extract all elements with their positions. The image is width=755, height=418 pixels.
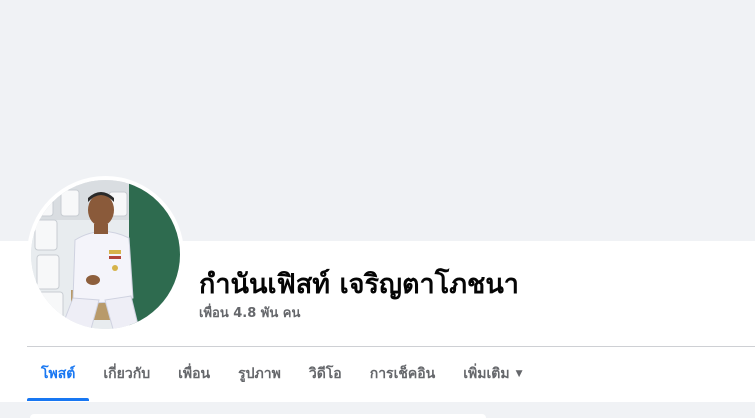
tab-more[interactable]: เพิ่มเติม ▼: [449, 347, 536, 401]
tab-checkins-label: การเช็คอิน: [369, 366, 436, 382]
tab-videos-label: วิดีโอ: [308, 366, 342, 382]
avatar-image: [31, 180, 180, 329]
profile-tabs: โพสต์ เกี่ยวกับ เพื่อน รูปภาพ วิดีโอ การ…: [27, 347, 537, 401]
tab-about[interactable]: เกี่ยวกับ: [89, 347, 164, 401]
profile-name: กำนันเฟิสท์ เจริญตาโภชนา: [199, 269, 519, 300]
tab-more-label: เพิ่มเติม: [463, 366, 510, 382]
content-card-top: [30, 414, 486, 418]
tab-photos[interactable]: รูปภาพ: [224, 347, 295, 401]
tab-checkins[interactable]: การเช็คอิน: [356, 347, 450, 401]
friends-count-link[interactable]: เพื่อน 4.8 พัน คน: [199, 302, 300, 323]
tab-photos-label: รูปภาพ: [238, 366, 281, 382]
tab-posts[interactable]: โพสต์: [27, 347, 90, 401]
tab-friends-label: เพื่อน: [178, 366, 211, 382]
tab-videos[interactable]: วิดีโอ: [295, 347, 356, 401]
tab-friends[interactable]: เพื่อน: [164, 347, 224, 401]
tab-about-label: เกี่ยวกับ: [103, 366, 151, 382]
profile-avatar[interactable]: [27, 176, 184, 333]
caret-down-icon: ▼: [515, 369, 523, 379]
tab-posts-label: โพสต์: [41, 366, 76, 382]
